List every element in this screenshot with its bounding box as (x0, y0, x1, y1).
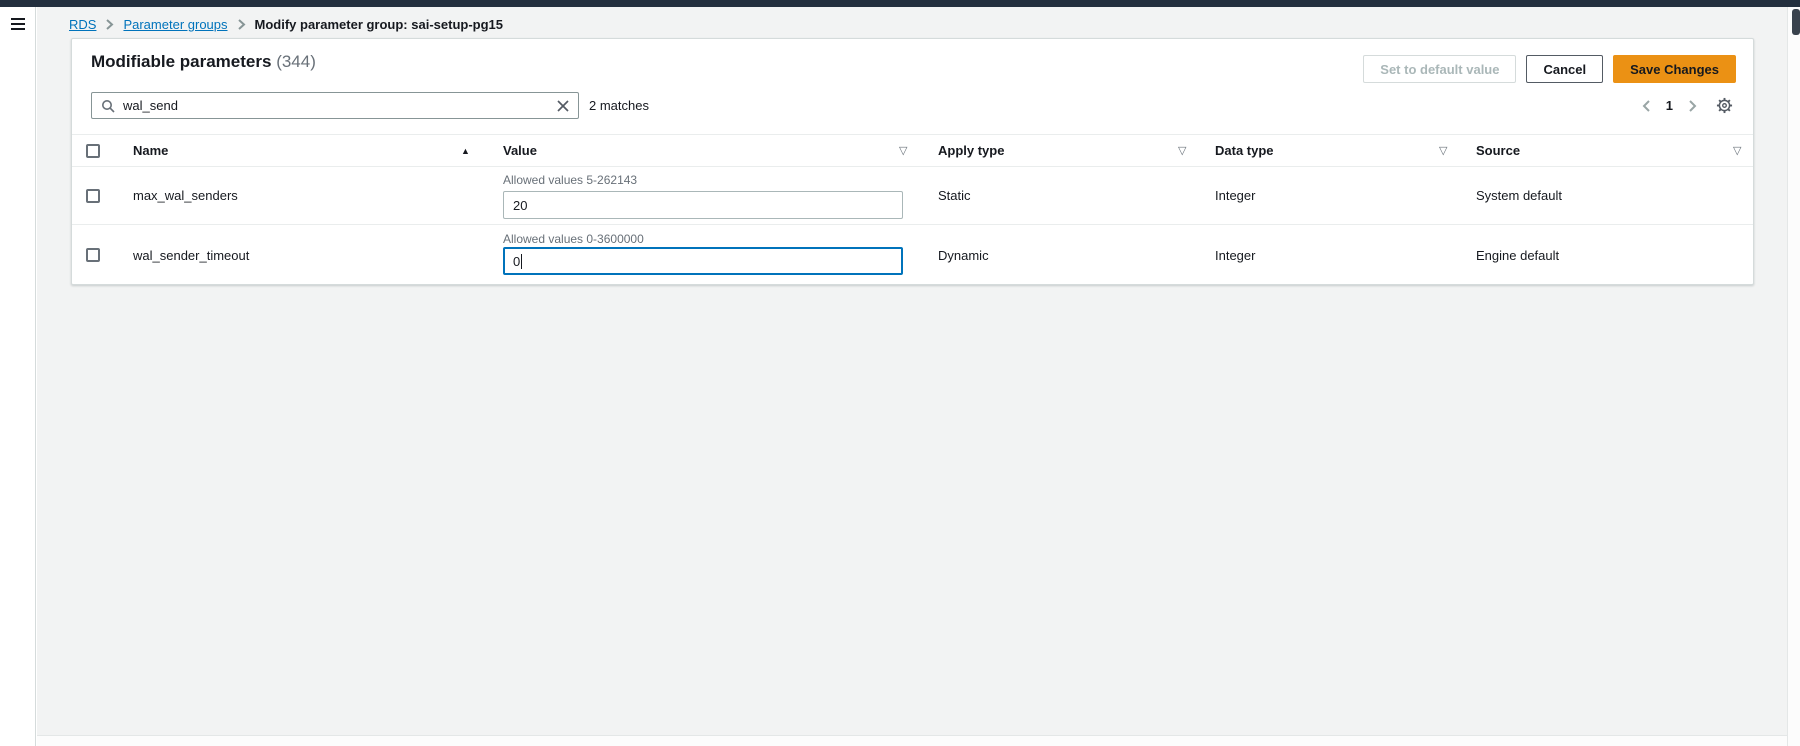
column-header-apply-type[interactable]: Apply type (938, 135, 1168, 166)
apply-type-value: Static (938, 167, 1168, 224)
value-input[interactable]: 20 (503, 191, 903, 219)
allowed-values-hint: Allowed values 0-3600000 (503, 232, 644, 246)
sort-ascending-icon[interactable]: ▲ (461, 146, 470, 156)
table-row: max_wal_senders Allowed values 5-262143 … (72, 167, 1753, 225)
breadcrumb-current-page: Modify parameter group: sai-setup-pg15 (255, 17, 503, 32)
save-changes-button[interactable]: Save Changes (1613, 55, 1736, 83)
sortable-icon[interactable]: ▽ (899, 144, 919, 157)
allowed-values-hint: Allowed values 5-262143 (503, 173, 637, 187)
vertical-scrollbar[interactable] (1787, 7, 1800, 746)
panel-actions: Set to default value Cancel Save Changes (1363, 55, 1736, 83)
parameter-search-box[interactable] (91, 92, 579, 119)
data-type-value: Integer (1215, 225, 1430, 285)
value-input-text: 0 (513, 254, 520, 269)
source-value: System default (1476, 167, 1726, 224)
column-header-source[interactable]: Source (1476, 135, 1726, 166)
breadcrumb-parameter-groups-link[interactable]: Parameter groups (123, 17, 227, 32)
chevron-right-icon (237, 19, 246, 30)
modifiable-parameters-panel: Modifiable parameters (344) Set to defau… (71, 38, 1754, 285)
data-type-value: Integer (1215, 167, 1430, 224)
pagination: 1 (1642, 92, 1733, 119)
table-header-row: Name ▲ Value ▽ Apply type ▽ Data type ▽ … (72, 134, 1753, 167)
next-page-icon[interactable] (1688, 100, 1697, 112)
current-page-number[interactable]: 1 (1666, 98, 1673, 113)
table-row: wal_sender_timeout Allowed values 0-3600… (72, 225, 1753, 285)
apply-type-value: Dynamic (938, 225, 1168, 285)
parameter-name: max_wal_senders (133, 167, 453, 224)
console-top-bar (0, 0, 1800, 7)
match-count: 2 matches (589, 92, 649, 119)
rds-console-page: RDS Parameter groups Modify parameter gr… (0, 0, 1800, 746)
sortable-icon[interactable]: ▽ (1733, 144, 1753, 157)
panel-title-text: Modifiable parameters (91, 52, 271, 71)
parameter-count: (344) (276, 52, 316, 71)
preferences-gear-icon[interactable] (1716, 97, 1733, 114)
cancel-button[interactable]: Cancel (1526, 55, 1603, 83)
breadcrumb: RDS Parameter groups Modify parameter gr… (69, 17, 503, 32)
row-checkbox[interactable] (86, 248, 100, 262)
column-header-name[interactable]: Name (133, 135, 453, 166)
column-header-data-type[interactable]: Data type (1215, 135, 1430, 166)
column-header-value[interactable]: Value (503, 135, 923, 166)
horizontal-scrollbar[interactable] (37, 735, 1787, 746)
collapsed-side-navigation (0, 7, 36, 746)
panel-title: Modifiable parameters (344) (91, 52, 316, 72)
value-input-text: 20 (513, 198, 527, 213)
sortable-icon[interactable]: ▽ (1439, 144, 1459, 157)
scrollbar-thumb[interactable] (1792, 9, 1800, 35)
set-to-default-button[interactable]: Set to default value (1363, 55, 1516, 83)
select-all-checkbox[interactable] (86, 144, 100, 158)
menu-icon[interactable] (9, 16, 27, 32)
value-input-focused[interactable]: 0 (503, 247, 903, 275)
clear-search-icon[interactable] (557, 100, 569, 112)
search-input[interactable] (123, 98, 548, 113)
breadcrumb-rds-link[interactable]: RDS (69, 17, 96, 32)
chevron-right-icon (105, 19, 114, 30)
previous-page-icon[interactable] (1642, 100, 1651, 112)
text-cursor (521, 254, 522, 269)
sortable-icon[interactable]: ▽ (1178, 144, 1198, 157)
search-icon (101, 99, 115, 113)
parameter-name: wal_sender_timeout (133, 225, 453, 285)
row-checkbox[interactable] (86, 189, 100, 203)
source-value: Engine default (1476, 225, 1726, 285)
